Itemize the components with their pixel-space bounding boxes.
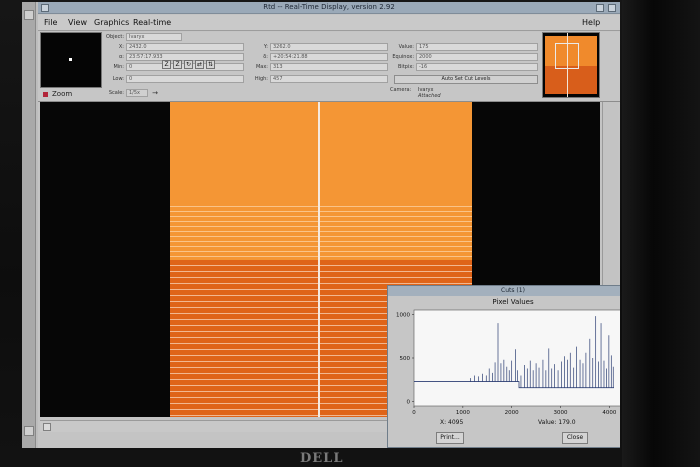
minimize-button[interactable] xyxy=(596,4,604,12)
panner-view[interactable] xyxy=(542,32,600,98)
zoom-indicator-icon xyxy=(43,92,48,97)
x-field[interactable]: 2432.0 xyxy=(126,43,244,51)
auto-set-cut-levels-button[interactable]: Auto Set Cut Levels xyxy=(394,75,538,84)
maximize-button[interactable] xyxy=(608,4,616,12)
y-tick-label: 500 xyxy=(400,356,411,362)
zoom-view xyxy=(40,32,102,88)
menu-real-time[interactable]: Real-time xyxy=(133,18,171,27)
camera-label: Camera: xyxy=(390,87,412,93)
monitor-brand-logo: DELL xyxy=(300,451,344,466)
screen: Rtd -- Real-Time Display, version 2.92 F… xyxy=(22,2,620,448)
equinox-field[interactable]: 2000 xyxy=(416,53,538,61)
min-label: Min: xyxy=(113,64,124,70)
scale-arrow-icon[interactable]: → xyxy=(148,89,158,97)
scroll-left-button[interactable] xyxy=(43,423,51,431)
menu-help[interactable]: Help xyxy=(582,18,600,27)
menu-bar: File View Graphics Real-time Help xyxy=(38,15,620,31)
value-label: Value: xyxy=(398,44,414,50)
delta-field[interactable]: +20:54:21.88 xyxy=(270,53,388,61)
flip-y-icon[interactable]: ⇅ xyxy=(206,60,215,69)
info-panel: Zoom Object: Ivaryx X: 2432.0 Y: 3262.0 … xyxy=(38,32,620,102)
plot-area xyxy=(413,309,620,407)
max-label: Max: xyxy=(255,64,268,70)
equinox-label: Equinox: xyxy=(392,54,414,60)
max-field[interactable]: 313 xyxy=(270,63,388,71)
object-label: Object: xyxy=(106,34,124,40)
x-tick-label: 1000 xyxy=(456,410,470,416)
window-titlebar: Rtd -- Real-Time Display, version 2.92 xyxy=(38,2,620,14)
image-upper-stripes xyxy=(170,202,472,260)
side-strip-button-bottom[interactable] xyxy=(24,426,34,436)
scale-label: Scale: xyxy=(108,90,124,96)
x-tick-label: 4000 xyxy=(602,410,616,416)
rotate-icon[interactable]: ↻ xyxy=(184,60,193,69)
low-field[interactable]: 0 xyxy=(126,75,244,83)
panner-image-bottom xyxy=(545,66,597,94)
zoom-cursor-dot xyxy=(69,58,72,61)
delta-label: δ: xyxy=(263,54,268,60)
close-button[interactable]: Close xyxy=(562,432,588,444)
zoom-out-icon[interactable]: Z xyxy=(173,60,182,69)
x-tick-label: 2000 xyxy=(505,410,519,416)
side-strip-button-top[interactable] xyxy=(24,10,34,20)
alpha-label: α: xyxy=(119,54,124,60)
desktop-side-strip xyxy=(22,2,36,448)
x-label: X: xyxy=(118,44,124,50)
scale-menu[interactable]: 1/5x xyxy=(126,89,148,97)
cuts-dialog: Cuts (1) Pixel Values 0 1000 2000 3000 4000 0… xyxy=(387,285,620,448)
bitpix-field[interactable]: -16 xyxy=(416,63,538,71)
zoom-label: Zoom xyxy=(52,90,73,98)
camera-status: Attached xyxy=(418,93,441,99)
menu-graphics[interactable]: Graphics xyxy=(94,18,129,27)
high-label: High: xyxy=(254,76,268,82)
y-field[interactable]: 3262.0 xyxy=(270,43,388,51)
monitor-bezel-right xyxy=(622,0,700,467)
object-field[interactable]: Ivaryx xyxy=(126,33,182,41)
cuts-dialog-title: Cuts (1) xyxy=(388,286,620,296)
x-tick-label: 3000 xyxy=(554,410,568,416)
low-label: Low: xyxy=(112,76,124,82)
menu-view[interactable]: View xyxy=(68,18,87,27)
zoom-in-icon[interactable]: Z xyxy=(162,60,171,69)
print-button[interactable]: Print... xyxy=(436,432,464,444)
x-readout: X: 4095 xyxy=(440,419,464,426)
window-title: Rtd -- Real-Time Display, version 2.92 xyxy=(263,3,395,11)
y-tick-label: 0 xyxy=(407,400,411,406)
x-tick-label: 0 xyxy=(412,410,416,416)
value-readout: Value: 179.0 xyxy=(538,419,576,426)
plot-title: Pixel Values xyxy=(492,298,534,306)
image-bright-column xyxy=(318,102,320,417)
pixel-values-chart[interactable]: 0 1000 2000 3000 4000 0 500 1000 xyxy=(388,308,620,418)
y-tick-label: 1000 xyxy=(396,312,410,318)
panner-viewport-box[interactable] xyxy=(555,43,579,69)
zoom-toggle[interactable]: Zoom xyxy=(40,89,102,101)
y-label: Y: xyxy=(263,44,268,50)
menu-file[interactable]: File xyxy=(44,18,57,27)
flip-x-icon[interactable]: ⇄ xyxy=(195,60,204,69)
bitpix-label: Bitpix: xyxy=(398,64,414,70)
value-field[interactable]: 175 xyxy=(416,43,538,51)
high-field[interactable]: 457 xyxy=(270,75,388,83)
